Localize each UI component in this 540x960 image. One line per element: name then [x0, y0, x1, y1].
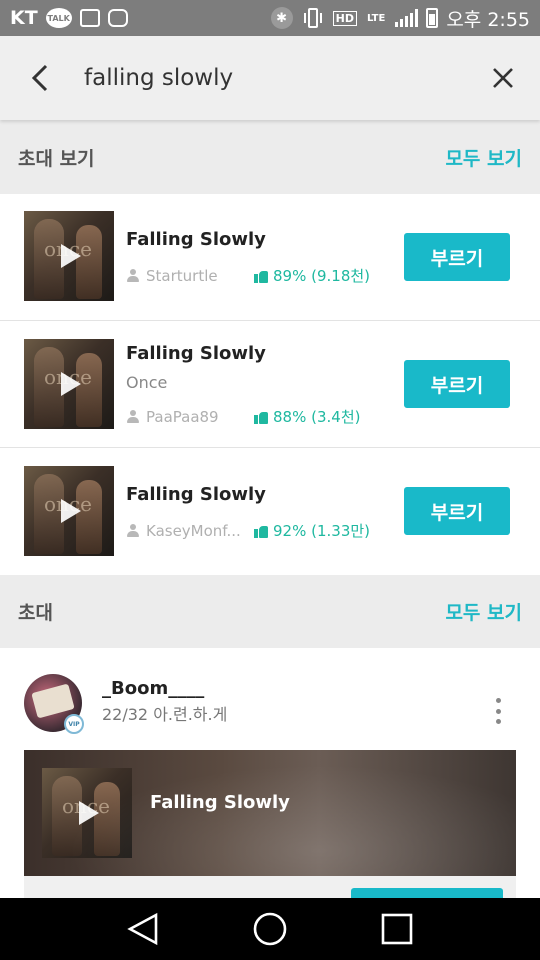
avatar-image — [31, 683, 75, 719]
signal-icon — [395, 9, 419, 27]
song-title: Falling Slowly — [126, 484, 266, 505]
section-title: 초대 — [18, 602, 53, 624]
sing-button[interactable]: 부르기 — [404, 233, 510, 281]
clear-search-button[interactable] — [466, 36, 540, 120]
user-icon — [126, 268, 140, 283]
thumbs-up-icon — [254, 410, 268, 424]
close-icon — [493, 68, 513, 88]
section-title: 초대 보기 — [18, 147, 95, 170]
song-title: Falling Slowly — [126, 229, 266, 250]
song-row[interactable]: once Falling Slowly KaseyMonf... 92% (1.… — [0, 448, 540, 575]
thumbs-up-icon — [254, 524, 268, 538]
invite-subtitle: 22/32 아.련.하.게 — [102, 705, 228, 724]
user-icon — [126, 409, 140, 424]
instagram-icon — [107, 9, 128, 27]
sing-button[interactable]: 부르기 — [404, 487, 510, 535]
nav-back-button[interactable] — [113, 899, 173, 959]
more-options-icon[interactable] — [490, 698, 506, 724]
song-title: Falling Slowly — [126, 343, 266, 364]
song-rating: 89% (9.18천) — [254, 265, 370, 286]
song-row[interactable]: once Falling Slowly Once PaaPaa89 88% (3… — [0, 321, 540, 448]
user-icon — [126, 523, 140, 538]
song-row[interactable]: once Falling Slowly Starturtle 89% (9.18… — [0, 194, 540, 321]
see-all-button[interactable]: 모두 보기 — [445, 598, 522, 625]
invite-username[interactable]: _Boom____ — [102, 678, 204, 699]
nav-home-button[interactable] — [240, 899, 300, 959]
play-icon — [79, 801, 99, 825]
navigation-bar — [0, 898, 540, 960]
join-button[interactable] — [351, 888, 503, 898]
invite-media-card[interactable]: once Falling Slowly — [24, 750, 516, 876]
invite-card[interactable]: VIP _Boom____ 22/32 아.련.하.게 once Falling… — [0, 648, 540, 898]
song-user[interactable]: PaaPaa89 — [146, 408, 254, 426]
circle-home-icon — [253, 912, 287, 946]
chevron-left-icon — [31, 64, 48, 92]
vibrate-icon — [301, 7, 325, 29]
invite-section-header: 초대 모두 보기 — [0, 575, 540, 648]
status-bar-left: KT TALK — [10, 7, 128, 29]
search-input[interactable]: falling slowly — [80, 65, 466, 91]
battery-icon — [426, 8, 439, 28]
kakaotalk-icon: TALK — [45, 8, 72, 28]
gallery-icon — [79, 9, 100, 27]
carrier-label: KT — [10, 7, 38, 29]
song-rating: 92% (1.33만) — [254, 520, 370, 541]
triangle-back-icon — [127, 912, 158, 946]
invite-song-title: Falling Slowly — [150, 792, 290, 813]
status-bar-right: ✱ HD LTE 오후 2:55 — [270, 5, 530, 32]
song-artist: Once — [126, 373, 168, 392]
status-bar: KT TALK ✱ HD LTE 오후 2:55 — [0, 0, 540, 36]
clock: 오후 2:55 — [446, 8, 530, 31]
song-meta: Starturtle 89% (9.18천) — [126, 265, 370, 286]
thumbs-up-icon — [254, 269, 268, 283]
vip-badge: VIP — [64, 714, 84, 734]
song-user[interactable]: Starturtle — [146, 267, 254, 285]
search-header: falling slowly — [0, 36, 540, 120]
song-rating: 88% (3.4천) — [254, 406, 360, 427]
rating-text: 89% (9.18천) — [273, 267, 371, 285]
song-thumbnail[interactable]: once — [42, 768, 132, 858]
sing-button[interactable]: 부르기 — [404, 360, 510, 408]
avatar[interactable]: VIP — [24, 674, 84, 734]
nav-recents-button[interactable] — [367, 899, 427, 959]
play-icon — [61, 244, 81, 268]
rating-text: 88% (3.4천) — [273, 408, 361, 426]
see-all-button[interactable]: 모두 보기 — [445, 144, 522, 171]
rating-text: 92% (1.33만) — [273, 522, 371, 540]
hd-voice-icon: HD — [332, 10, 357, 26]
back-button[interactable] — [0, 36, 80, 120]
song-meta: KaseyMonf... 92% (1.33만) — [126, 520, 370, 541]
invite-view-section-header: 초대 보기 모두 보기 — [0, 120, 540, 194]
song-thumbnail[interactable]: once — [24, 339, 114, 429]
song-meta: PaaPaa89 88% (3.4천) — [126, 406, 360, 427]
song-thumbnail[interactable]: once — [24, 211, 114, 301]
play-icon — [61, 372, 81, 396]
song-user[interactable]: KaseyMonf... — [146, 522, 254, 540]
song-thumbnail[interactable]: once — [24, 466, 114, 556]
bluetooth-icon: ✱ — [270, 7, 293, 29]
play-icon — [61, 499, 81, 523]
square-recents-icon — [381, 913, 412, 945]
lte-icon: LTE — [366, 12, 386, 24]
